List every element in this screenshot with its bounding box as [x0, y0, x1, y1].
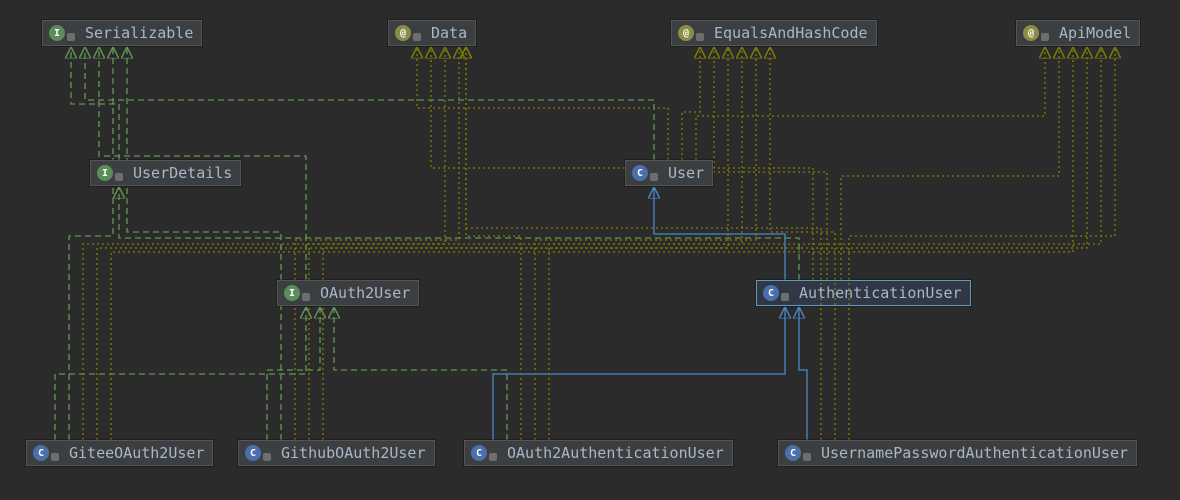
- node-label: Data: [431, 24, 467, 42]
- class-icon: C: [632, 165, 648, 181]
- node-equals-and-hash-code[interactable]: @ EqualsAndHashCode: [671, 20, 877, 46]
- node-gitee-oauth2-user[interactable]: C GiteeOAuth2User: [26, 440, 213, 466]
- node-label: ApiModel: [1059, 24, 1131, 42]
- node-label: User: [668, 164, 704, 182]
- node-data[interactable]: @ Data: [388, 20, 476, 46]
- node-label: GithubOAuth2User: [281, 444, 426, 462]
- interface-icon: I: [49, 25, 65, 41]
- edge-oauth2AuthUser-to-apiModel: [549, 48, 1101, 440]
- edge-oauth2AuthUser-to-oauth2user: [334, 308, 507, 440]
- diagram-edges: [0, 0, 1180, 500]
- edge-giteeOauth2User-to-serializable: [69, 48, 113, 440]
- node-label: EqualsAndHashCode: [714, 24, 868, 42]
- edge-user-to-data: [417, 48, 668, 160]
- modifier-icon: [650, 173, 658, 181]
- modifier-icon: [803, 453, 811, 461]
- modifier-icon: [67, 33, 75, 41]
- edge-userDetails-to-serializable: [71, 48, 119, 160]
- edge-giteeOauth2User-to-data: [83, 48, 445, 440]
- node-label: OAuth2User: [320, 284, 410, 302]
- edge-oauth2AuthUser-to-authUser: [493, 308, 785, 440]
- modifier-icon: [696, 33, 704, 41]
- node-label: OAuth2AuthenticationUser: [507, 444, 724, 462]
- edge-user-to-serializable: [85, 48, 654, 160]
- modifier-icon: [115, 173, 123, 181]
- edge-githubOauth2User-to-equalsAndHashCode: [309, 48, 742, 440]
- modifier-icon: [489, 453, 497, 461]
- interface-icon: I: [284, 285, 300, 301]
- node-github-oauth2-user[interactable]: C GithubOAuth2User: [238, 440, 435, 466]
- node-label: UsernamePasswordAuthenticationUser: [821, 444, 1128, 462]
- edge-authUser-to-user: [654, 188, 785, 280]
- node-username-password-authentication-user[interactable]: C UsernamePasswordAuthenticationUser: [778, 440, 1137, 466]
- edge-user-to-equalsAndHashCode: [682, 48, 700, 160]
- edge-authUser-to-apiModel: [841, 48, 1059, 280]
- class-icon: C: [763, 285, 779, 301]
- edge-upAuthUser-to-authUser: [799, 308, 807, 440]
- node-oauth2-authentication-user[interactable]: C OAuth2AuthenticationUser: [464, 440, 733, 466]
- node-label: Serializable: [85, 24, 193, 42]
- class-icon: C: [245, 445, 261, 461]
- interface-icon: I: [97, 165, 113, 181]
- class-icon: C: [33, 445, 49, 461]
- node-label: GiteeOAuth2User: [69, 444, 204, 462]
- node-label: AuthenticationUser: [799, 284, 962, 302]
- annotation-icon: @: [395, 25, 411, 41]
- annotation-icon: @: [1023, 25, 1039, 41]
- modifier-icon: [302, 293, 310, 301]
- modifier-icon: [51, 453, 59, 461]
- node-label: UserDetails: [133, 164, 232, 182]
- class-icon: C: [785, 445, 801, 461]
- node-authentication-user[interactable]: C AuthenticationUser: [756, 280, 971, 306]
- node-api-model[interactable]: @ ApiModel: [1016, 20, 1140, 46]
- node-oauth2-user[interactable]: I OAuth2User: [277, 280, 419, 306]
- node-user[interactable]: C User: [625, 160, 713, 186]
- edge-user-to-apiModel: [696, 48, 1045, 160]
- class-icon: C: [471, 445, 487, 461]
- annotation-icon: @: [678, 25, 694, 41]
- modifier-icon: [263, 453, 271, 461]
- node-serializable[interactable]: I Serializable: [42, 20, 202, 46]
- node-user-details[interactable]: I UserDetails: [90, 160, 241, 186]
- modifier-icon: [1041, 33, 1049, 41]
- edge-giteeOauth2User-to-oauth2user: [55, 308, 306, 440]
- modifier-icon: [781, 293, 789, 301]
- modifier-icon: [413, 33, 421, 41]
